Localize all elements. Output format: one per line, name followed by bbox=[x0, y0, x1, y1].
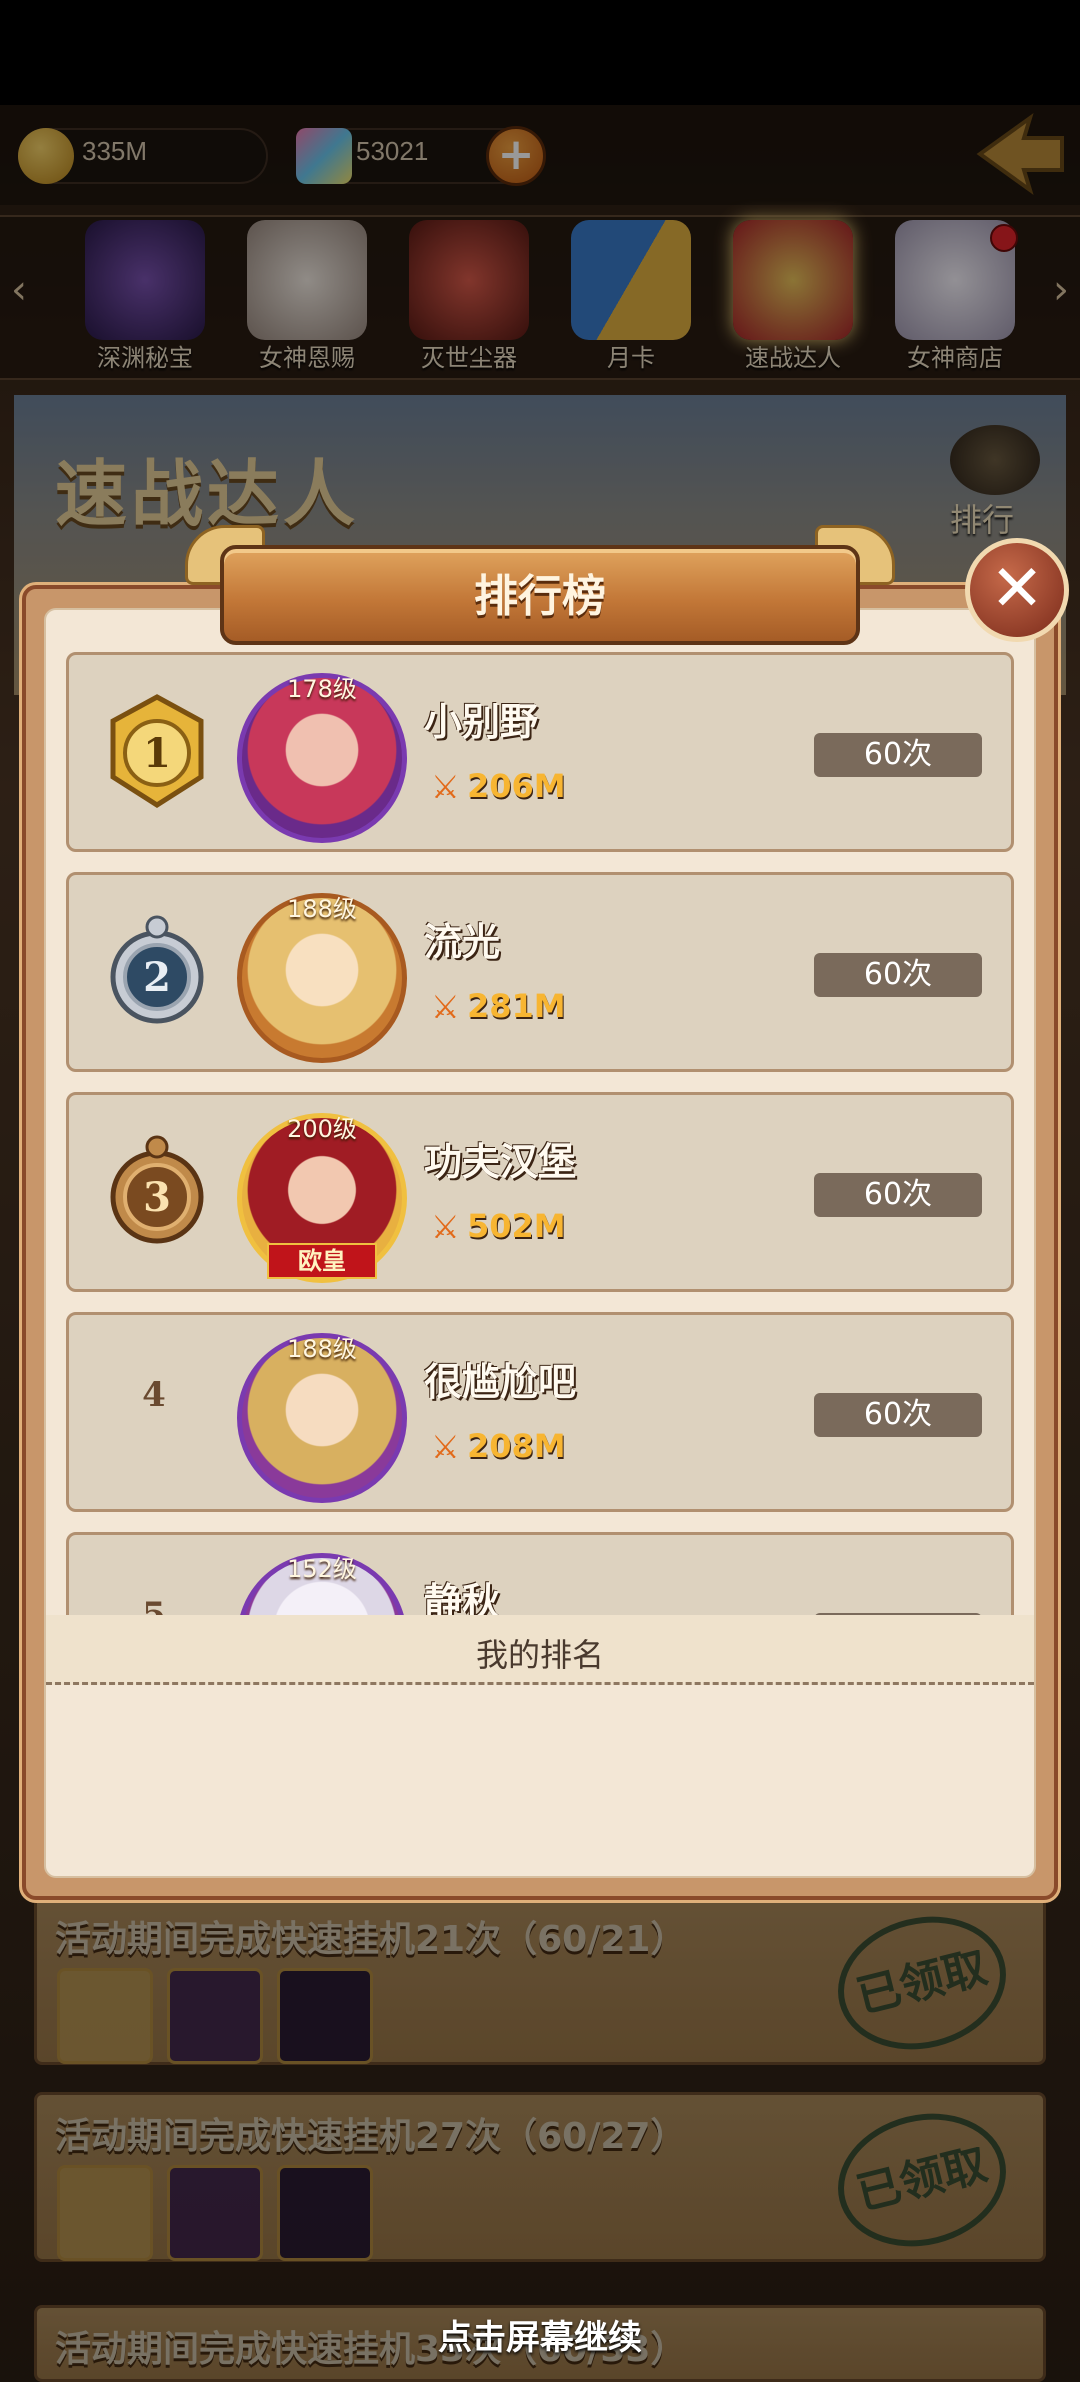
rank-number: 4 bbox=[142, 1375, 166, 1415]
battle-count: 60次 bbox=[814, 953, 982, 997]
ranking-row: 5 152级 静秋 bbox=[66, 1532, 1014, 1615]
close-button[interactable]: ✕ bbox=[965, 538, 1069, 642]
svg-text:1: 1 bbox=[143, 730, 171, 777]
battle-count: 60次 bbox=[814, 1173, 982, 1217]
player-level: 188级 bbox=[287, 895, 357, 923]
player-name: 静秋 bbox=[424, 1580, 501, 1615]
player-level: 178级 bbox=[287, 675, 357, 703]
combat-power: 502M bbox=[467, 1207, 566, 1245]
player-name: 功夫汉堡 bbox=[424, 1140, 577, 1184]
battle-count: 60次 bbox=[814, 1393, 982, 1437]
ranking-list[interactable]: 1 178级 小别野 ⚔ 206M 60次 2 188级 流光 ⚔ 281M 6… bbox=[66, 652, 1014, 1615]
combat-power: 281M bbox=[467, 987, 566, 1025]
player-level: 188级 bbox=[287, 1335, 357, 1363]
ranking-row: 3 200级 欧皇 功夫汉堡 ⚔ 502M 60次 bbox=[66, 1092, 1014, 1292]
ranking-row: 1 178级 小别野 ⚔ 206M 60次 bbox=[66, 652, 1014, 852]
ranking-row: 4 188级 很尴尬吧 ⚔ 208M 60次 bbox=[66, 1312, 1014, 1512]
tap-to-continue-hint[interactable]: 点击屏幕继续 bbox=[0, 2310, 1080, 2359]
close-icon: ✕ bbox=[990, 552, 1044, 626]
silver-medal-icon: 2 bbox=[105, 913, 209, 1033]
status-bar-area bbox=[0, 0, 1080, 105]
player-level: 200级 bbox=[287, 1115, 357, 1143]
bronze-medal-icon: 3 bbox=[105, 1133, 209, 1253]
player-name: 流光 bbox=[424, 920, 501, 964]
player-level: 152级 bbox=[287, 1555, 357, 1583]
crossed-swords-icon: ⚔ bbox=[431, 988, 460, 1026]
my-rank-label: 我的排名 bbox=[475, 1636, 604, 1674]
gold-medal-icon: 1 bbox=[105, 693, 209, 813]
rank-number: 5 bbox=[142, 1595, 166, 1615]
crossed-swords-icon: ⚔ bbox=[431, 768, 460, 806]
title-ribbon: 欧皇 bbox=[267, 1243, 377, 1279]
ranking-row: 2 188级 流光 ⚔ 281M 60次 bbox=[66, 872, 1014, 1072]
combat-power: 208M bbox=[467, 1427, 566, 1465]
combat-power: 206M bbox=[467, 767, 566, 805]
battle-count: 60次 bbox=[814, 733, 982, 777]
crossed-swords-icon: ⚔ bbox=[431, 1208, 460, 1246]
svg-text:3: 3 bbox=[143, 1174, 171, 1221]
crossed-swords-icon: ⚔ bbox=[431, 1428, 460, 1466]
svg-text:2: 2 bbox=[143, 954, 171, 1001]
popup-title: 排行榜 bbox=[474, 571, 606, 622]
player-name: 小别野 bbox=[424, 700, 539, 744]
player-name: 很尴尬吧 bbox=[424, 1360, 577, 1404]
